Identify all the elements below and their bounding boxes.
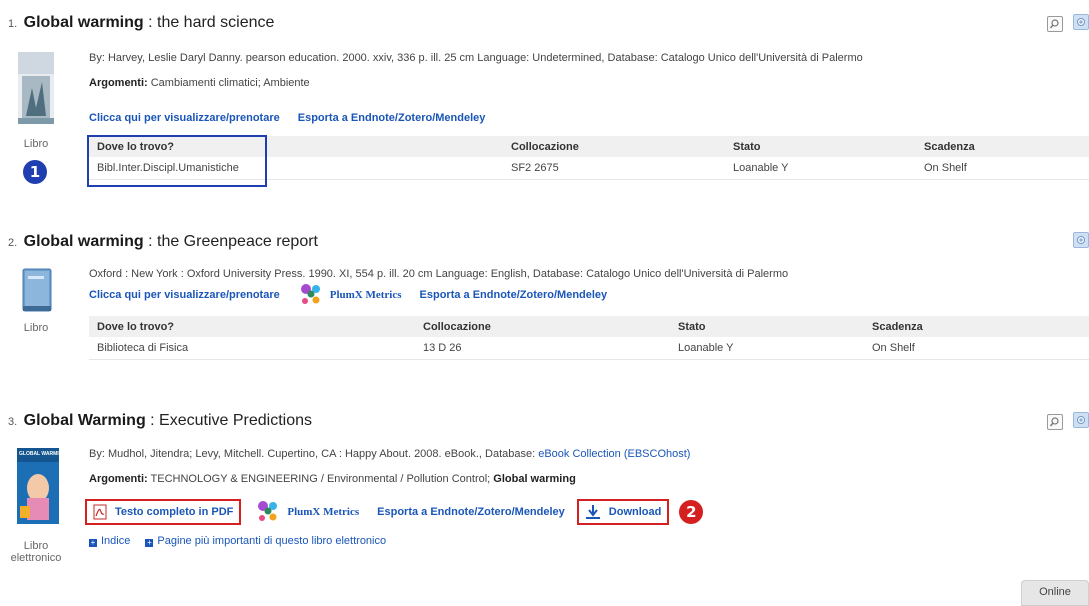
plus-icon: + bbox=[89, 538, 97, 547]
holdings-header-status: Stato bbox=[670, 316, 864, 337]
view-reserve-link[interactable]: Clicca qui per visualizzare/prenotare bbox=[89, 289, 280, 301]
result-subjects: Argomenti: Cambiamenti climatici; Ambien… bbox=[89, 77, 310, 89]
index-label[interactable]: Indice bbox=[101, 535, 130, 547]
result-title-rest[interactable]: : the hard science bbox=[144, 14, 274, 31]
export-citation-link[interactable]: Esporta a Endnote/Zotero/Mendeley bbox=[298, 112, 486, 124]
export-citation-link[interactable]: Esporta a Endnote/Zotero/Mendeley bbox=[420, 289, 608, 301]
plumx-icon bbox=[258, 501, 278, 521]
result-links: Testo completo in PDF PlumX Metrics Espo… bbox=[85, 499, 721, 525]
holdings-header-status: Stato bbox=[725, 136, 916, 157]
preview-icon[interactable] bbox=[1047, 414, 1063, 430]
format-label-line1: Libro bbox=[23, 540, 49, 552]
pdf-icon bbox=[93, 504, 107, 520]
download-link[interactable]: Download bbox=[576, 499, 670, 525]
plumx-metrics-link[interactable]: PlumX Metrics bbox=[255, 500, 359, 524]
holdings-location: Biblioteca di Fisica bbox=[89, 337, 415, 360]
result-number: 2. bbox=[8, 237, 18, 249]
result-title-main[interactable]: Global Warming bbox=[24, 412, 146, 429]
format-label: Libro bbox=[23, 138, 49, 150]
result-meta-text: By: Mudhol, Jitendra; Levy, Mitchell. Cu… bbox=[89, 448, 539, 460]
pdf-fulltext-link[interactable]: Testo completo in PDF bbox=[85, 499, 242, 525]
holdings-callnumber: 13 D 26 bbox=[415, 337, 670, 360]
holdings-header-callnumber: Collocazione bbox=[415, 316, 670, 337]
preview-icon[interactable] bbox=[1047, 16, 1063, 32]
result-title[interactable]: 3. Global Warming : Executive Prediction… bbox=[8, 412, 312, 430]
view-reserve-link[interactable]: Clicca qui per visualizzare/prenotare bbox=[89, 112, 280, 124]
subjects-label: Argomenti: bbox=[89, 473, 148, 485]
result-subjects: Argomenti: TECHNOLOGY & ENGINEERING / En… bbox=[89, 473, 576, 485]
annotation-marker-2: 2 bbox=[679, 500, 704, 524]
result-links: Clicca qui per visualizzare/prenotare Pl… bbox=[89, 283, 625, 307]
ebook-sublinks: + Indice + Pagine più importanti di questo… bbox=[89, 535, 398, 547]
subjects-value: Cambiamenti climatici; Ambiente bbox=[147, 77, 310, 89]
format-label: Libro bbox=[23, 322, 49, 334]
subjects-label: Argomenti: bbox=[89, 77, 148, 89]
holdings-status: Loanable Y bbox=[670, 337, 864, 360]
plumx-label[interactable]: PlumX Metrics bbox=[330, 289, 402, 301]
result-title-rest[interactable]: : the Greenpeace report bbox=[144, 233, 318, 250]
ebook-cover-image[interactable]: GLOBAL WARMING bbox=[17, 448, 66, 524]
holdings-status: Loanable Y bbox=[725, 157, 916, 180]
highlight-box-location bbox=[87, 135, 267, 187]
annotation-marker-1: 1 bbox=[23, 160, 47, 184]
result-number: 1. bbox=[8, 18, 18, 30]
download-label[interactable]: Download bbox=[609, 506, 662, 518]
add-to-folder-icon[interactable] bbox=[1073, 14, 1089, 30]
format-label: Libro elettronico bbox=[0, 540, 72, 564]
plumx-metrics-link[interactable]: PlumX Metrics bbox=[298, 283, 402, 307]
result-title-main[interactable]: Global warming bbox=[24, 14, 144, 31]
holdings-callnumber: SF2 2675 bbox=[503, 157, 725, 180]
index-link[interactable]: + Indice bbox=[89, 535, 130, 547]
result-title-main[interactable]: Global warming bbox=[24, 233, 144, 250]
book-icon[interactable] bbox=[22, 268, 52, 312]
holdings-header-location: Dove lo trovo? bbox=[89, 316, 415, 337]
holdings-header-due: Scadenza bbox=[864, 316, 1089, 337]
table-row: Biblioteca di Fisica 13 D 26 Loanable Y … bbox=[89, 337, 1089, 360]
pdf-fulltext-label[interactable]: Testo completo in PDF bbox=[115, 506, 233, 518]
result-title-rest[interactable]: : Executive Predictions bbox=[146, 412, 312, 429]
top-pages-link[interactable]: + Pagine più importanti di questo libro e… bbox=[145, 535, 386, 547]
ebook-cover-title: GLOBAL WARMING bbox=[19, 451, 67, 457]
add-to-folder-icon[interactable] bbox=[1073, 232, 1089, 248]
database-link[interactable]: eBook Collection (EBSCOhost) bbox=[538, 448, 690, 460]
top-pages-label[interactable]: Pagine più importanti di questo libro el… bbox=[157, 535, 386, 547]
subjects-value-bold: Global warming bbox=[493, 473, 576, 485]
holdings-due: On Shelf bbox=[864, 337, 1089, 360]
result-meta: By: Mudhol, Jitendra; Levy, Mitchell. Cu… bbox=[89, 448, 690, 460]
plumx-label[interactable]: PlumX Metrics bbox=[287, 506, 359, 518]
online-tab[interactable]: Online bbox=[1021, 580, 1089, 606]
add-to-folder-icon[interactable] bbox=[1073, 412, 1089, 428]
holdings-header-due: Scadenza bbox=[916, 136, 1089, 157]
book-cover-image[interactable] bbox=[18, 52, 54, 124]
holdings-due: On Shelf bbox=[916, 157, 1089, 180]
holdings-table: Dove lo trovo? Collocazione Stato Scaden… bbox=[89, 316, 1089, 360]
holdings-header-callnumber: Collocazione bbox=[503, 136, 725, 157]
export-citation-link[interactable]: Esporta a Endnote/Zotero/Mendeley bbox=[377, 506, 565, 518]
result-links: Clicca qui per visualizzare/prenotare Es… bbox=[89, 112, 503, 124]
download-icon bbox=[585, 505, 600, 519]
subjects-value: TECHNOLOGY & ENGINEERING / Environmental… bbox=[147, 473, 494, 485]
plumx-icon bbox=[300, 284, 320, 304]
result-meta: By: Harvey, Leslie Daryl Danny. pearson … bbox=[89, 52, 863, 64]
result-meta: Oxford : New York : Oxford University Pr… bbox=[89, 268, 789, 280]
result-title[interactable]: 2. Global warming : the Greenpeace repor… bbox=[8, 233, 318, 251]
plus-icon: + bbox=[145, 538, 154, 547]
format-label-line2: elettronico bbox=[10, 552, 62, 564]
result-title[interactable]: 1. Global warming : the hard science bbox=[8, 14, 274, 32]
holdings-header-row: Dove lo trovo? Collocazione Stato Scaden… bbox=[89, 316, 1089, 337]
online-tab-label[interactable]: Online bbox=[1039, 586, 1071, 598]
result-number: 3. bbox=[8, 416, 18, 428]
